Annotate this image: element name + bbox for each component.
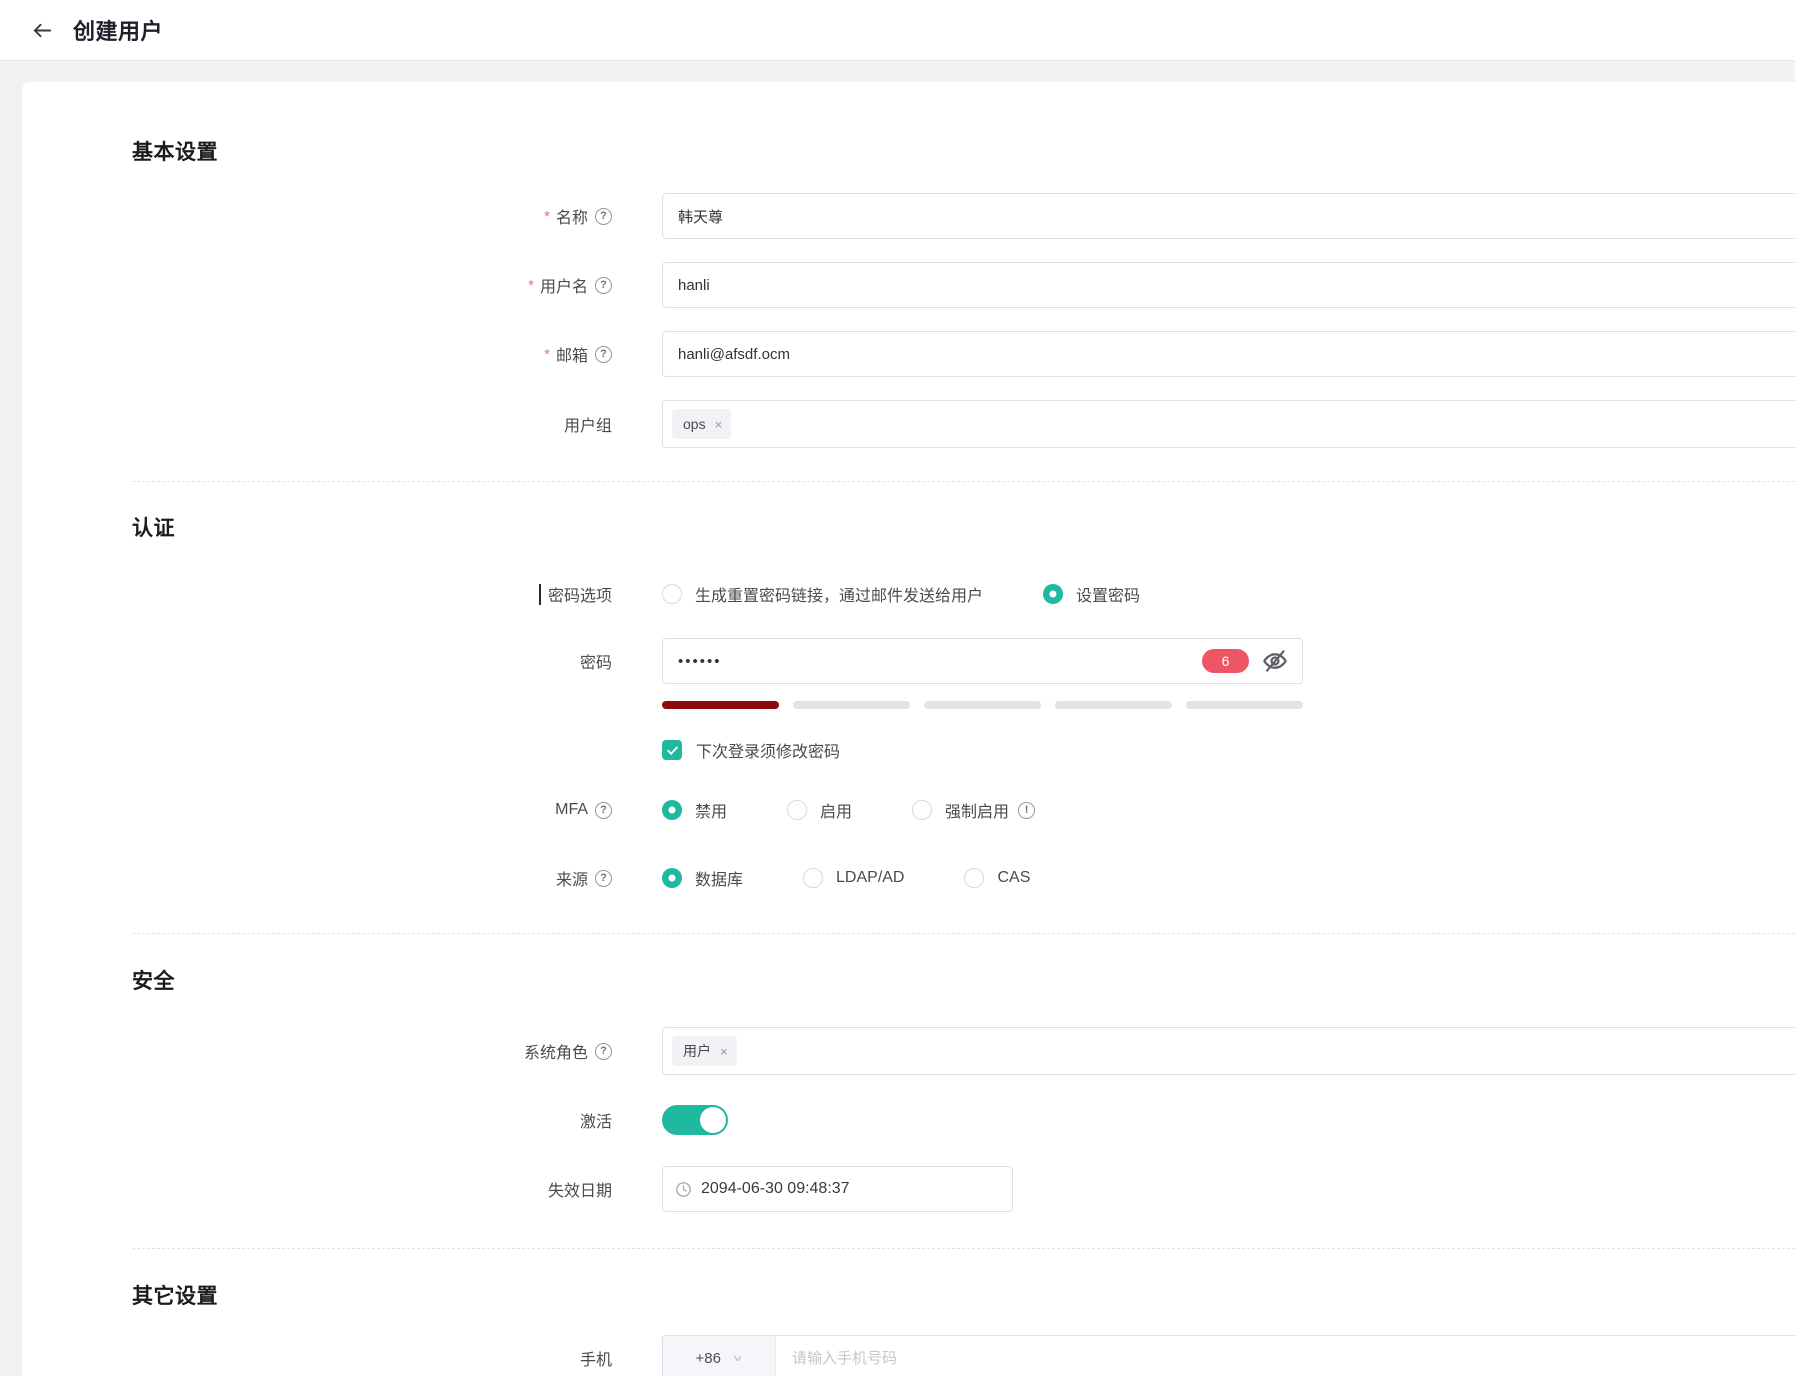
help-icon[interactable]: ? [595,277,612,294]
field-label-mfa: MFA ? [22,801,612,819]
expire-date-value: 2094-06-30 09:48:37 [701,1180,850,1198]
section-title-auth: 认证 [132,514,1795,543]
active-toggle[interactable] [662,1105,728,1135]
form-row-email: * 邮箱 ? [22,331,1795,377]
field-label-source: 来源 ? [22,866,612,890]
form-row-username: * 用户名 ? [22,262,1795,308]
radio-reset-link[interactable]: 生成重置密码链接，通过邮件发送给用户 [662,582,983,606]
field-label-phone: 手机 [22,1346,612,1370]
strength-segment [924,701,1041,709]
form-row-password: 密码 6 [22,638,1795,684]
phone-input-group: +86 ∨ [662,1335,1795,1376]
radio-source-database[interactable]: 数据库 [662,866,743,890]
radio-mfa-enabled[interactable]: 启用 [787,798,852,822]
role-tag: 用户 × [672,1036,737,1066]
field-label-username: * 用户名 ? [22,273,612,297]
radio-icon[interactable] [662,584,682,604]
form-row-phone: 手机 +86 ∨ [22,1335,1795,1376]
section-title-security: 安全 [132,967,1795,996]
radio-mfa-disabled[interactable]: 禁用 [662,798,727,822]
form-row-expire-date: 失效日期 2094-06-30 09:48:37 [22,1166,1795,1212]
clock-icon [675,1181,692,1198]
form-row-system-roles: 系统角色 ? 用户 × [22,1027,1795,1075]
phone-input[interactable] [776,1336,1795,1376]
system-roles-select[interactable]: 用户 × [662,1027,1795,1075]
email-input[interactable] [662,331,1795,377]
radio-source-cas[interactable]: CAS [964,868,1030,888]
strength-segment [793,701,910,709]
group-tag: ops × [672,409,731,439]
page-header: 创建用户 [0,0,1795,61]
help-icon[interactable]: ? [595,208,612,225]
expire-date-picker[interactable]: 2094-06-30 09:48:37 [662,1166,1013,1212]
strength-segment [662,701,779,709]
country-code-select[interactable]: +86 ∨ [663,1336,776,1376]
help-icon[interactable]: ? [595,802,612,819]
form-row-active: 激活 [22,1105,1795,1135]
form-row-password-option: 密码选项 生成重置密码链接，通过邮件发送给用户 设置密码 [22,579,1795,609]
section-title-other: 其它设置 [132,1282,1795,1311]
form-row-groups: 用户组 ops × [22,400,1795,448]
field-label-email: * 邮箱 ? [22,342,612,366]
page-title: 创建用户 [73,14,163,46]
password-strength-row [22,701,1795,709]
section-divider [132,1248,1795,1249]
radio-source-ldap[interactable]: LDAP/AD [803,868,904,888]
text-cursor [539,584,541,605]
field-label-system-roles: 系统角色 ? [22,1039,612,1063]
required-asterisk: * [544,346,550,363]
section-divider [132,933,1795,934]
field-label-name: * 名称 ? [22,204,612,228]
info-icon[interactable]: ! [1018,802,1035,819]
radio-set-password[interactable]: 设置密码 [1043,582,1140,606]
field-label-groups: 用户组 [22,412,612,436]
checkbox-label[interactable]: 下次登录须修改密码 [696,738,840,762]
section-divider [132,481,1795,482]
form-row-source: 来源 ? 数据库 LDAP/AD CAS [22,863,1795,893]
radio-icon[interactable] [803,868,823,888]
chevron-down-icon: ∨ [732,1352,744,1363]
field-label-active: 激活 [22,1108,612,1132]
radio-icon[interactable] [662,800,682,820]
radio-icon[interactable] [787,800,807,820]
tag-close-icon[interactable]: × [720,1044,728,1059]
form-row-mfa: MFA ? 禁用 启用 强制启用 ! [22,795,1795,825]
field-label-expire-date: 失效日期 [22,1177,612,1201]
password-length-badge: 6 [1202,649,1249,673]
radio-icon[interactable] [1043,584,1063,604]
radio-icon[interactable] [964,868,984,888]
username-input[interactable] [662,262,1795,308]
checkbox-checked-icon[interactable] [662,740,682,760]
help-icon[interactable]: ? [595,870,612,887]
help-icon[interactable]: ? [595,346,612,363]
form-row-name: * 名称 ? [22,193,1795,239]
form-row-reset-checkbox: 下次登录须修改密码 [22,738,1795,762]
field-label-password-option: 密码选项 [22,582,612,606]
form-card: 基本设置 * 名称 ? * 用户名 ? * 邮箱 ? 用户 [22,82,1795,1376]
user-groups-select[interactable]: ops × [662,400,1795,448]
toggle-knob [700,1107,726,1133]
field-label-password: 密码 [22,649,612,673]
radio-icon[interactable] [662,868,682,888]
section-title-basic: 基本设置 [132,138,1795,167]
help-icon[interactable]: ? [595,1043,612,1060]
eye-off-icon[interactable] [1260,648,1290,675]
required-asterisk: * [528,277,534,294]
strength-segment [1055,701,1172,709]
tag-close-icon[interactable]: × [715,417,723,432]
password-strength-meter [662,701,1303,709]
back-button[interactable] [28,16,56,44]
required-asterisk: * [544,208,550,225]
radio-mfa-forced[interactable]: 强制启用 ! [912,798,1035,822]
radio-icon[interactable] [912,800,932,820]
name-input[interactable] [662,193,1795,239]
strength-segment [1186,701,1303,709]
arrow-left-icon [31,19,54,42]
